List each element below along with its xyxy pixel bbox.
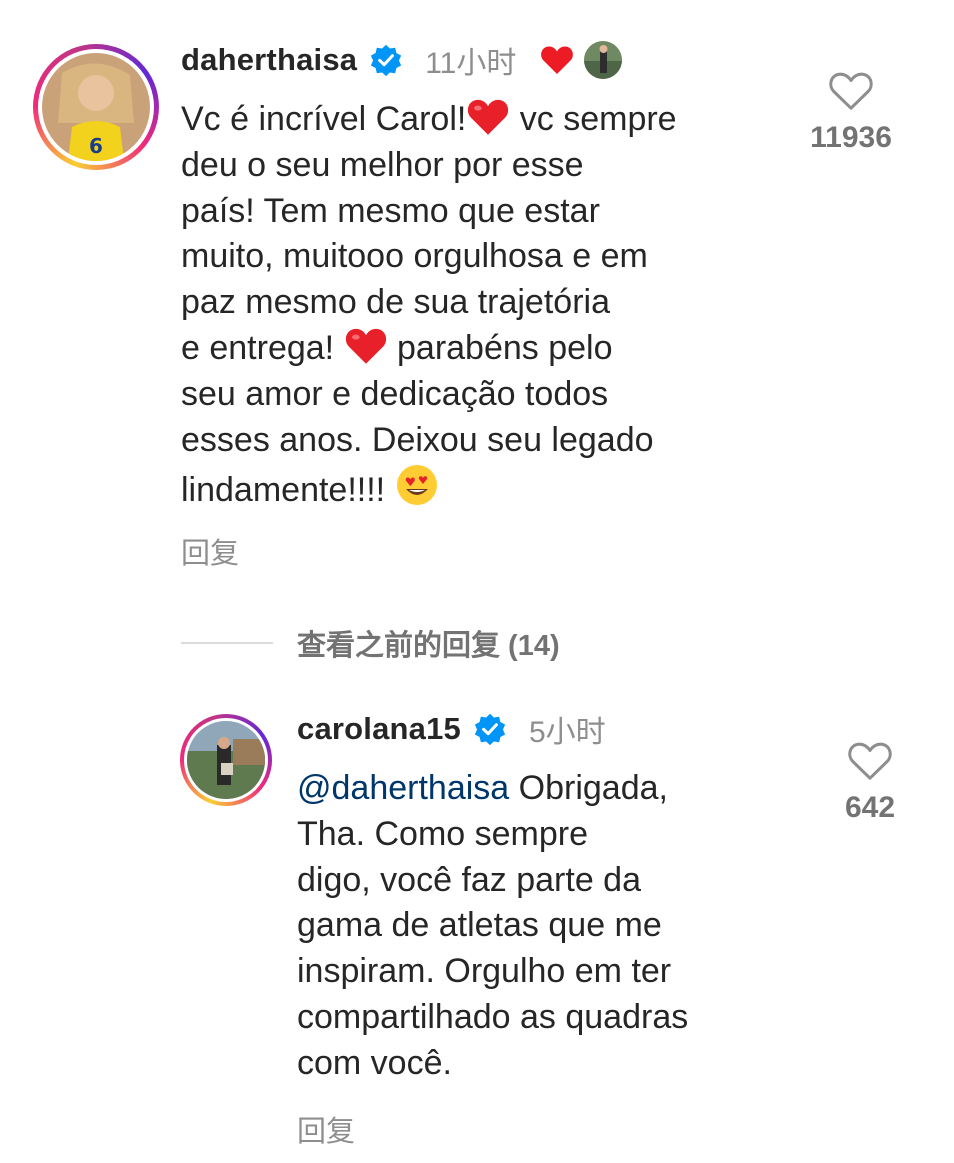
reply-button[interactable]: 回复	[181, 530, 239, 572]
like-count: 642	[844, 791, 896, 824]
comment-text-line: esses anos. Deixou seu legado	[181, 420, 654, 459]
like-count: 11936	[810, 121, 892, 154]
comment-text-line: Tha. Como sempre	[297, 814, 588, 853]
avatar-daherthaisa[interactable]: 6	[33, 44, 159, 170]
comment-text-line: lindamente!!!!	[181, 471, 395, 510]
comment-text-line: deu o seu melhor por esse	[181, 145, 584, 184]
divider-line	[181, 642, 273, 644]
comment-text-line: vc sempre	[510, 100, 677, 138]
comment-text-line: e entrega!	[181, 328, 344, 367]
comment-text-line: país! Tem mesmo que estar	[181, 191, 600, 230]
username[interactable]: daherthaisa	[181, 42, 357, 78]
red-heart-emoji-icon	[468, 99, 509, 135]
like-control: 642	[815, 740, 925, 825]
comment-header: carolana15 5小时	[297, 705, 606, 753]
comment-text-line: Vc é incrível Carol!	[181, 100, 467, 138]
avatar-carolana15[interactable]	[180, 714, 272, 806]
mention-link[interactable]: @daherthaisa	[297, 769, 509, 807]
comment-text-line: com você.	[297, 1043, 452, 1082]
red-heart-emoji-icon	[345, 328, 386, 364]
verified-badge-icon	[474, 713, 506, 746]
comment-text-line: Obrigada,	[509, 769, 668, 807]
comment-text-line: inspiram. Orgulho em ter	[297, 952, 672, 991]
comment-header: daherthaisa 11小时	[181, 36, 623, 84]
like-heart-icon[interactable]	[828, 70, 874, 112]
comment-text-line: paz mesmo de sua trajetória	[181, 283, 610, 322]
author-liked-heart-icon	[541, 46, 574, 74]
comment-carolana15: carolana15 5小时 @daherthaisa Obrigada, Th…	[0, 690, 954, 1163]
view-replies-label: 查看之前的回复 (14)	[297, 630, 560, 662]
comment-body: @daherthaisa Obrigada, Tha. Como sempre …	[297, 766, 688, 1087]
reply-button[interactable]: 回复	[297, 1108, 355, 1150]
comment-body: Vc é incrível Carol! vc sempre deu o seu…	[181, 97, 677, 514]
view-previous-replies[interactable]: 查看之前的回复 (14)	[181, 622, 560, 664]
comment-text-line: digo, você faz parte da	[297, 860, 642, 899]
timestamp: 5小时	[529, 716, 606, 749]
comment-daherthaisa: 6 daherthaisa 11小时 Vc é incrível Carol! …	[0, 0, 954, 580]
avatar-image: 6	[42, 53, 150, 161]
svg-text:6: 6	[89, 134, 103, 158]
comment-text-line: gama de atletas que me	[297, 906, 662, 945]
like-heart-icon[interactable]	[847, 740, 893, 782]
heart-eyes-emoji-icon	[396, 465, 437, 506]
timestamp: 11小时	[425, 47, 517, 80]
comment-text-line: parabéns pelo	[387, 328, 613, 367]
like-control: 11936	[796, 70, 906, 155]
avatar-image	[187, 721, 265, 799]
username[interactable]: carolana15	[297, 711, 461, 747]
comment-text-line: muito, muitooo orgulhosa e em	[181, 237, 648, 276]
comment-text-line: seu amor e dedicação todos	[181, 374, 609, 413]
verified-badge-icon	[371, 44, 402, 77]
author-mini-avatar	[584, 41, 623, 79]
comment-text-line: compartilhado as quadras	[297, 997, 689, 1036]
